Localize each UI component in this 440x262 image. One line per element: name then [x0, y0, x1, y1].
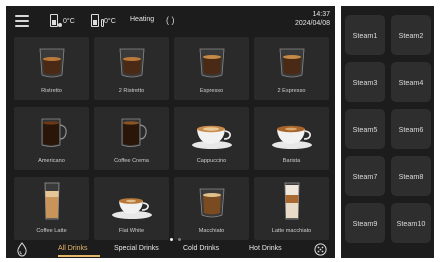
drink-label: Macchiato: [198, 228, 225, 234]
active-tab-underline: [58, 255, 100, 257]
loading-icon: ( ): [166, 15, 175, 25]
clock: 14:37 2024/04/08: [295, 10, 330, 28]
double-glass-icon: [174, 185, 249, 221]
drink-label: Flat White: [118, 228, 145, 234]
drink-tile-barista[interactable]: Barista: [254, 107, 329, 170]
double-glass-espresso-icon: [14, 45, 89, 81]
steam5-button[interactable]: Steam5: [345, 109, 385, 149]
double-glass-espresso-icon: [94, 45, 169, 81]
drink-tile-2-espresso[interactable]: 2 Espresso: [254, 37, 329, 100]
page-indicator: [170, 238, 190, 242]
tab-hot-drinks[interactable]: Hot Drinks: [249, 245, 282, 252]
date-text: 2024/04/08: [294, 20, 330, 27]
steam4-button[interactable]: Steam4: [391, 62, 431, 102]
drink-tile-cappuccino[interactable]: Cappuccino: [174, 107, 249, 170]
steam1-button[interactable]: Steam1: [345, 15, 385, 55]
tab-all-drinks[interactable]: All Drinks: [58, 245, 88, 252]
steam9-button[interactable]: Steam9: [345, 203, 385, 243]
page-dot-active: [170, 238, 173, 241]
tab-special-drinks[interactable]: Special Drinks: [114, 245, 159, 252]
drink-tile-coffee-crema[interactable]: Coffee Crema: [94, 107, 169, 170]
status-bar: 0°C 0°C Heating ( ) 14:37 2024/04/08: [6, 6, 335, 36]
drink-label: Coffee Crema: [114, 158, 149, 164]
double-glass-espresso-icon: [174, 45, 249, 81]
tab-cold-drinks[interactable]: Cold Drinks: [183, 245, 219, 252]
drink-label: Latte macchiato: [271, 228, 312, 234]
menu-icon[interactable]: [15, 15, 29, 27]
drink-tile-macchiato[interactable]: Macchiato: [174, 177, 249, 240]
drink-tile-flat-white[interactable]: Flat White: [94, 177, 169, 240]
drink-label: Espresso: [199, 88, 224, 94]
drink-label: 2 Espresso: [277, 88, 306, 94]
page-dot: [178, 238, 181, 241]
steam7-button[interactable]: Steam7: [345, 156, 385, 196]
bean-tank-icon: [50, 14, 62, 27]
tall-glass-icon: [14, 182, 89, 221]
water-tank-thermometer-icon: [91, 14, 104, 27]
steam6-button[interactable]: Steam6: [391, 109, 431, 149]
heating-status: Heating: [130, 16, 155, 23]
drink-grid: Ristretto 2 Ristretto Espresso 2 Espress…: [14, 37, 329, 240]
tall-glass-icon: [254, 182, 329, 221]
drink-label: Barista: [282, 158, 301, 164]
drink-tile-espresso[interactable]: Espresso: [174, 37, 249, 100]
drink-tile-americano[interactable]: Americano: [14, 107, 89, 170]
category-bar: All Drinks Special Drinks Cold Drinks Ho…: [6, 238, 335, 258]
steam2-button[interactable]: Steam2: [391, 15, 431, 55]
steam10-button[interactable]: Steam10: [391, 203, 431, 243]
water-drop-icon[interactable]: [16, 242, 28, 257]
drink-label: 2 Ristretto: [118, 88, 145, 94]
time-text: 14:37: [312, 11, 330, 18]
steam3-button[interactable]: Steam3: [345, 62, 385, 102]
drink-tile-coffee-latte[interactable]: Coffee Latte: [14, 177, 89, 240]
drinks-panel: 0°C 0°C Heating ( ) 14:37 2024/04/08 Ris…: [6, 6, 335, 258]
cup-saucer-icon: [94, 185, 169, 221]
drink-label: Coffee Latte: [36, 228, 67, 234]
steam-panel: Steam1 Steam2 Steam3 Steam4 Steam5 Steam…: [341, 6, 434, 258]
double-glass-espresso-icon: [254, 45, 329, 81]
mug-icon: [14, 115, 89, 151]
drink-tile-ristretto[interactable]: Ristretto: [14, 37, 89, 100]
drink-label: Ristretto: [41, 88, 62, 94]
tank1-temperature: 0°C: [63, 18, 75, 25]
steam8-button[interactable]: Steam8: [391, 156, 431, 196]
settings-icon[interactable]: [314, 243, 327, 256]
drink-label: Cappuccino: [196, 158, 227, 164]
cup-saucer-icon: [174, 115, 249, 151]
cup-saucer-icon: [254, 115, 329, 151]
coffee-machine-screen: 0°C 0°C Heating ( ) 14:37 2024/04/08 Ris…: [0, 0, 440, 262]
drink-tile-2-ristretto[interactable]: 2 Ristretto: [94, 37, 169, 100]
drink-tile-latte-macchiato[interactable]: Latte macchiato: [254, 177, 329, 240]
drink-label: Americano: [38, 158, 65, 164]
tank2-temperature: 0°C: [104, 18, 116, 25]
mug-icon: [94, 115, 169, 151]
